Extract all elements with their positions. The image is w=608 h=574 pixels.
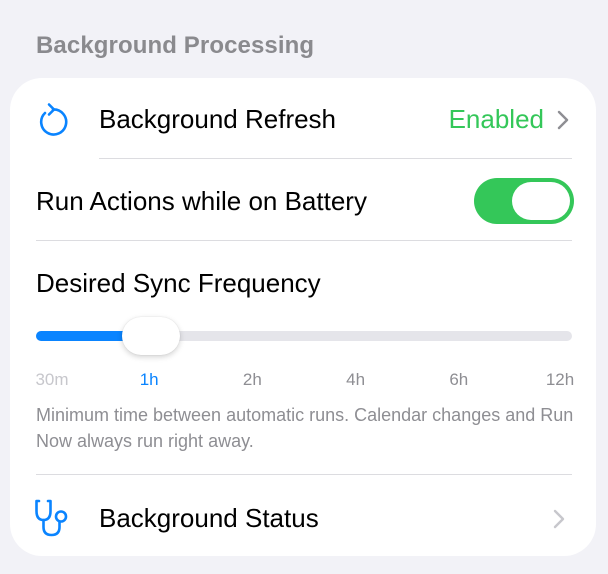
- tick-label: 4h: [346, 370, 366, 389]
- battery-toggle[interactable]: [474, 178, 574, 224]
- sync-frequency-label: Desired Sync Frequency: [36, 268, 321, 298]
- settings-card: Background Refresh Enabled Run Actions w…: [10, 78, 596, 556]
- background-refresh-value: Enabled: [448, 104, 544, 134]
- row-divider: [36, 474, 572, 475]
- row-divider: [36, 240, 572, 241]
- sync-footnote: Minimum time between automatic runs. Cal…: [36, 405, 574, 451]
- tick-label: 6h: [449, 370, 469, 389]
- background-refresh-label: Background Refresh: [99, 104, 337, 134]
- stethoscope-icon: [35, 499, 68, 537]
- tick-label: 1h: [139, 370, 159, 389]
- slider-thumb[interactable]: [122, 317, 181, 355]
- toggle-knob: [512, 182, 570, 220]
- chevron-right-icon: [553, 509, 565, 529]
- battery-toggle-label: Run Actions while on Battery: [36, 186, 367, 216]
- background-status-label: Background Status: [99, 503, 319, 533]
- background-refresh-row[interactable]: Background Refresh Enabled: [10, 78, 596, 160]
- refresh-icon: [39, 103, 68, 136]
- tick-label: 2h: [242, 370, 262, 389]
- row-divider: [99, 158, 572, 159]
- chevron-right-icon: [557, 110, 569, 130]
- section-header: Background Processing: [36, 32, 315, 59]
- tick-label: 12h: [545, 370, 575, 389]
- tick-label: 30m: [35, 370, 69, 389]
- sync-frequency-slider[interactable]: [36, 331, 572, 341]
